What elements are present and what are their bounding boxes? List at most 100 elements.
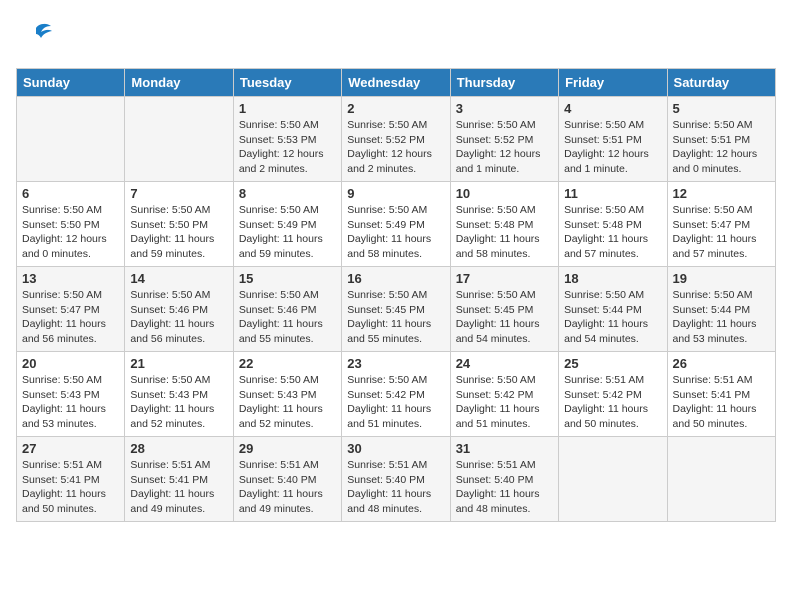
- day-number: 23: [347, 356, 444, 371]
- calendar-cell: 8Sunrise: 5:50 AM Sunset: 5:49 PM Daylig…: [233, 182, 341, 267]
- cell-info: Sunrise: 5:50 AM Sunset: 5:42 PM Dayligh…: [456, 373, 553, 432]
- calendar-table: SundayMondayTuesdayWednesdayThursdayFrid…: [16, 68, 776, 522]
- calendar-cell: 27 Sunrise: 5:51 AM Sunset: 5:41 PM Dayli…: [17, 437, 125, 522]
- day-number: 17: [456, 271, 553, 286]
- day-header-monday: Monday: [125, 69, 233, 97]
- calendar-week-row: 27 Sunrise: 5:51 AM Sunset: 5:41 PM Dayli…: [17, 437, 776, 522]
- calendar-cell: 1 Sunrise: 5:50 AM Sunset: 5:53 PM Daylig…: [233, 97, 341, 182]
- day-number: 21: [130, 356, 227, 371]
- cell-info: Sunrise: 5:51 AM Sunset: 5:40 PM Dayligh…: [239, 458, 336, 517]
- calendar-week-row: 1 Sunrise: 5:50 AM Sunset: 5:53 PM Daylig…: [17, 97, 776, 182]
- day-number: 2: [347, 101, 444, 116]
- cell-info: Sunrise: 5:50 AM Sunset: 5:42 PM Dayligh…: [347, 373, 444, 432]
- calendar-cell: 18 Sunrise: 5:50 AM Sunset: 5:44 PM Dayli…: [559, 267, 667, 352]
- day-number: 5: [673, 101, 770, 116]
- cell-info: Sunrise: 5:50 AM Sunset: 5:43 PM Dayligh…: [130, 373, 227, 432]
- calendar-cell: 13 Sunrise: 5:50 AM Sunset: 5:47 PM Dayli…: [17, 267, 125, 352]
- calendar-cell: 21 Sunrise: 5:50 AM Sunset: 5:43 PM Dayli…: [125, 352, 233, 437]
- cell-info: Sunrise: 5:50 AM Sunset: 5:47 PM Dayligh…: [673, 203, 770, 262]
- day-number: 14: [130, 271, 227, 286]
- cell-info: Sunrise: 5:50 AM Sunset: 5:46 PM Dayligh…: [239, 288, 336, 347]
- cell-info: Sunrise: 5:50 AM Sunset: 5:43 PM Dayligh…: [239, 373, 336, 432]
- day-number: 20: [22, 356, 119, 371]
- calendar-week-row: 20 Sunrise: 5:50 AM Sunset: 5:43 PM Dayli…: [17, 352, 776, 437]
- day-header-sunday: Sunday: [17, 69, 125, 97]
- day-number: 15: [239, 271, 336, 286]
- cell-info: Sunrise: 5:51 AM Sunset: 5:41 PM Dayligh…: [22, 458, 119, 517]
- cell-info: Sunrise: 5:50 AM Sunset: 5:43 PM Dayligh…: [22, 373, 119, 432]
- day-number: 7: [130, 186, 227, 201]
- cell-info: Sunrise: 5:50 AM Sunset: 5:48 PM Dayligh…: [564, 203, 661, 262]
- day-header-saturday: Saturday: [667, 69, 775, 97]
- day-number: 3: [456, 101, 553, 116]
- calendar-cell: 22 Sunrise: 5:50 AM Sunset: 5:43 PM Dayli…: [233, 352, 341, 437]
- day-number: 19: [673, 271, 770, 286]
- cell-info: Sunrise: 5:50 AM Sunset: 5:44 PM Dayligh…: [673, 288, 770, 347]
- day-number: 12: [673, 186, 770, 201]
- cell-info: Sunrise: 5:50 AM Sunset: 5:49 PM Dayligh…: [347, 203, 444, 262]
- cell-info: Sunrise: 5:50 AM Sunset: 5:49 PM Dayligh…: [239, 203, 336, 262]
- day-number: 11: [564, 186, 661, 201]
- cell-info: Sunrise: 5:50 AM Sunset: 5:44 PM Dayligh…: [564, 288, 661, 347]
- calendar-cell: 24 Sunrise: 5:50 AM Sunset: 5:42 PM Dayli…: [450, 352, 558, 437]
- calendar-cell: [125, 97, 233, 182]
- calendar-cell: 9Sunrise: 5:50 AM Sunset: 5:49 PM Daylig…: [342, 182, 450, 267]
- logo: [16, 16, 62, 56]
- cell-info: Sunrise: 5:50 AM Sunset: 5:45 PM Dayligh…: [347, 288, 444, 347]
- calendar-header-row: SundayMondayTuesdayWednesdayThursdayFrid…: [17, 69, 776, 97]
- cell-info: Sunrise: 5:50 AM Sunset: 5:51 PM Dayligh…: [673, 118, 770, 177]
- calendar-week-row: 6 Sunrise: 5:50 AM Sunset: 5:50 PM Daylig…: [17, 182, 776, 267]
- calendar-cell: 19 Sunrise: 5:50 AM Sunset: 5:44 PM Dayli…: [667, 267, 775, 352]
- cell-info: Sunrise: 5:50 AM Sunset: 5:48 PM Dayligh…: [456, 203, 553, 262]
- day-header-wednesday: Wednesday: [342, 69, 450, 97]
- day-number: 10: [456, 186, 553, 201]
- cell-info: Sunrise: 5:51 AM Sunset: 5:41 PM Dayligh…: [673, 373, 770, 432]
- cell-info: Sunrise: 5:50 AM Sunset: 5:53 PM Dayligh…: [239, 118, 336, 177]
- calendar-week-row: 13 Sunrise: 5:50 AM Sunset: 5:47 PM Dayli…: [17, 267, 776, 352]
- day-header-friday: Friday: [559, 69, 667, 97]
- calendar-cell: 23 Sunrise: 5:50 AM Sunset: 5:42 PM Dayli…: [342, 352, 450, 437]
- logo-icon: [16, 16, 56, 56]
- cell-info: Sunrise: 5:50 AM Sunset: 5:46 PM Dayligh…: [130, 288, 227, 347]
- calendar-cell: [559, 437, 667, 522]
- cell-info: Sunrise: 5:50 AM Sunset: 5:52 PM Dayligh…: [347, 118, 444, 177]
- day-number: 22: [239, 356, 336, 371]
- calendar-cell: 31Sunrise: 5:51 AM Sunset: 5:40 PM Dayli…: [450, 437, 558, 522]
- calendar-cell: 5 Sunrise: 5:50 AM Sunset: 5:51 PM Daylig…: [667, 97, 775, 182]
- day-number: 13: [22, 271, 119, 286]
- calendar-cell: 7 Sunrise: 5:50 AM Sunset: 5:50 PM Daylig…: [125, 182, 233, 267]
- day-number: 16: [347, 271, 444, 286]
- calendar-cell: 2 Sunrise: 5:50 AM Sunset: 5:52 PM Daylig…: [342, 97, 450, 182]
- calendar-cell: 25Sunrise: 5:51 AM Sunset: 5:42 PM Dayli…: [559, 352, 667, 437]
- cell-info: Sunrise: 5:50 AM Sunset: 5:50 PM Dayligh…: [130, 203, 227, 262]
- cell-info: Sunrise: 5:50 AM Sunset: 5:47 PM Dayligh…: [22, 288, 119, 347]
- cell-info: Sunrise: 5:50 AM Sunset: 5:45 PM Dayligh…: [456, 288, 553, 347]
- calendar-cell: [17, 97, 125, 182]
- day-number: 18: [564, 271, 661, 286]
- day-number: 31: [456, 441, 553, 456]
- calendar-cell: 28 Sunrise: 5:51 AM Sunset: 5:41 PM Dayli…: [125, 437, 233, 522]
- day-number: 29: [239, 441, 336, 456]
- day-header-thursday: Thursday: [450, 69, 558, 97]
- calendar-cell: 17 Sunrise: 5:50 AM Sunset: 5:45 PM Dayli…: [450, 267, 558, 352]
- calendar-cell: [667, 437, 775, 522]
- cell-info: Sunrise: 5:50 AM Sunset: 5:51 PM Dayligh…: [564, 118, 661, 177]
- calendar-cell: 12 Sunrise: 5:50 AM Sunset: 5:47 PM Dayli…: [667, 182, 775, 267]
- calendar-cell: 6 Sunrise: 5:50 AM Sunset: 5:50 PM Daylig…: [17, 182, 125, 267]
- day-number: 6: [22, 186, 119, 201]
- calendar-cell: 29 Sunrise: 5:51 AM Sunset: 5:40 PM Dayli…: [233, 437, 341, 522]
- cell-info: Sunrise: 5:51 AM Sunset: 5:41 PM Dayligh…: [130, 458, 227, 517]
- day-number: 4: [564, 101, 661, 116]
- day-number: 24: [456, 356, 553, 371]
- calendar-cell: 14 Sunrise: 5:50 AM Sunset: 5:46 PM Dayli…: [125, 267, 233, 352]
- calendar-cell: 15 Sunrise: 5:50 AM Sunset: 5:46 PM Dayli…: [233, 267, 341, 352]
- day-number: 25: [564, 356, 661, 371]
- day-number: 1: [239, 101, 336, 116]
- day-number: 27: [22, 441, 119, 456]
- calendar-cell: 26Sunrise: 5:51 AM Sunset: 5:41 PM Dayli…: [667, 352, 775, 437]
- cell-info: Sunrise: 5:50 AM Sunset: 5:50 PM Dayligh…: [22, 203, 119, 262]
- day-number: 28: [130, 441, 227, 456]
- calendar-cell: 11 Sunrise: 5:50 AM Sunset: 5:48 PM Dayli…: [559, 182, 667, 267]
- calendar-cell: 3 Sunrise: 5:50 AM Sunset: 5:52 PM Daylig…: [450, 97, 558, 182]
- cell-info: Sunrise: 5:50 AM Sunset: 5:52 PM Dayligh…: [456, 118, 553, 177]
